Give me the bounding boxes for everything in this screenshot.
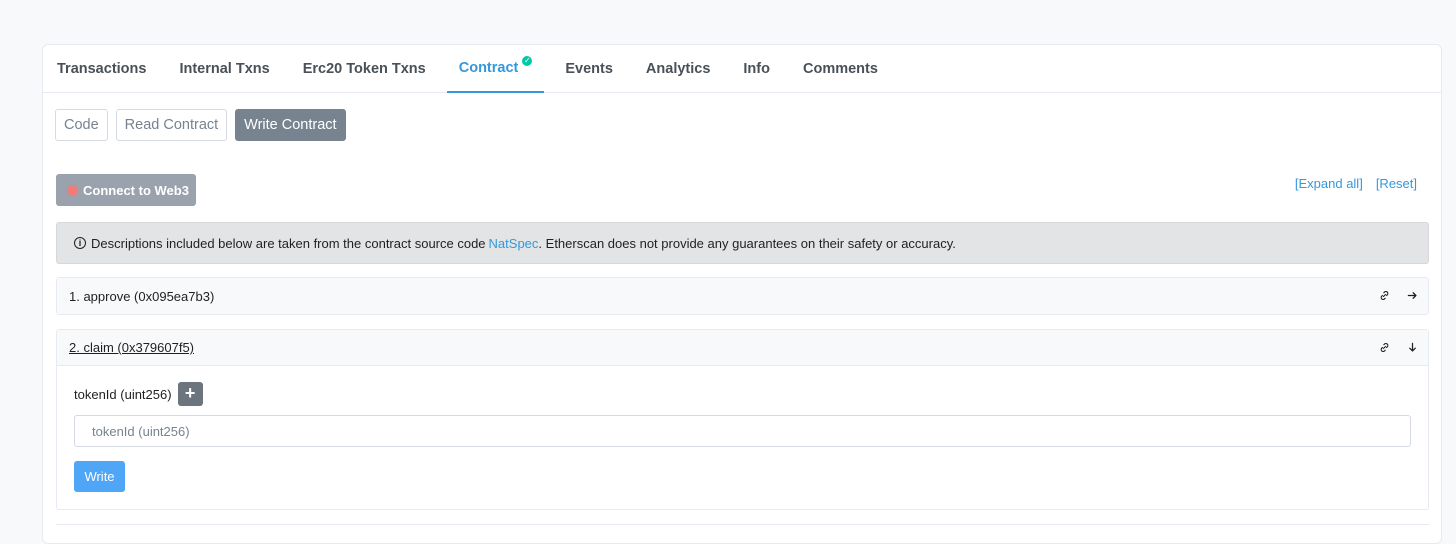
function-title: 1. approve (0x095ea7b3): [69, 288, 215, 304]
write-button[interactable]: Write: [74, 461, 125, 492]
function-title: 2. claim (0x379607f5): [69, 340, 195, 355]
function-approve: 1. approve (0x095ea7b3): [56, 277, 1429, 315]
accordion-controls: [Expand all] [Reset]: [1295, 176, 1417, 191]
verified-check-icon: ✓: [522, 56, 533, 66]
param-row: tokenId (uint256) +: [74, 382, 1411, 406]
reset-link[interactable]: [Reset]: [1376, 176, 1417, 191]
function-actions: [1376, 278, 1420, 314]
tab-label: Analytics: [645, 60, 711, 77]
param-label: tokenId (uint256): [74, 386, 172, 402]
link-icon[interactable]: [1376, 289, 1392, 304]
function-body: tokenId (uint256) + Write: [57, 366, 1428, 509]
tab-label: Internal Txns: [179, 60, 270, 77]
next-function-edge: [56, 524, 1429, 544]
link-icon[interactable]: [1376, 341, 1392, 356]
tab-transactions[interactable]: Transactions: [45, 45, 158, 92]
tab-internal-txns[interactable]: Internal Txns: [167, 45, 281, 92]
connect-button-label: Connect to Web3: [83, 182, 189, 198]
tab-label: Contract: [458, 60, 519, 76]
contract-card: Transactions Internal Txns Erc20 Token T…: [42, 44, 1442, 544]
tab-label: Transactions: [57, 60, 147, 77]
tab-contract[interactable]: Contract ✓: [446, 45, 545, 93]
subtab-write-contract[interactable]: Write Contract: [235, 109, 346, 141]
add-param-button[interactable]: +: [177, 382, 203, 406]
tab-info[interactable]: Info: [731, 45, 782, 92]
tab-bar: Transactions Internal Txns Erc20 Token T…: [43, 45, 1441, 93]
arrow-down-icon[interactable]: [1404, 341, 1420, 356]
disconnected-status-icon: [67, 184, 78, 196]
tab-comments[interactable]: Comments: [791, 45, 890, 92]
tab-erc20-token-txns[interactable]: Erc20 Token Txns: [291, 45, 438, 92]
subtab-read-contract[interactable]: Read Contract: [115, 109, 228, 141]
function-header[interactable]: 2. claim (0x379607f5): [57, 330, 1428, 366]
tokenid-input[interactable]: [74, 415, 1411, 447]
natspec-notice: i Descriptions included below are taken …: [56, 222, 1429, 264]
natspec-link[interactable]: NatSpec: [489, 236, 539, 251]
tab-label: Erc20 Token Txns: [302, 60, 426, 77]
connect-to-web3-button[interactable]: Connect to Web3: [56, 174, 196, 206]
contract-subtabs: Code Read Contract Write Contract: [55, 109, 346, 141]
function-header[interactable]: 1. approve (0x095ea7b3): [57, 278, 1428, 314]
tab-label: Events: [565, 60, 613, 77]
tab-events[interactable]: Events: [553, 45, 625, 92]
expand-all-link[interactable]: [Expand all]: [1295, 176, 1363, 191]
tab-label: Comments: [802, 60, 878, 77]
function-actions: [1376, 330, 1420, 366]
notice-text: Descriptions included below are taken fr…: [91, 235, 486, 251]
arrow-right-icon[interactable]: [1404, 289, 1420, 304]
subtab-code[interactable]: Code: [55, 109, 108, 141]
function-claim: 2. claim (0x379607f5) tokenId (uint256) …: [56, 329, 1429, 510]
tab-analytics[interactable]: Analytics: [634, 45, 722, 92]
info-icon: i: [74, 237, 86, 249]
notice-text-end: . Etherscan does not provide any guarant…: [538, 235, 956, 251]
tab-label: Info: [743, 60, 770, 77]
